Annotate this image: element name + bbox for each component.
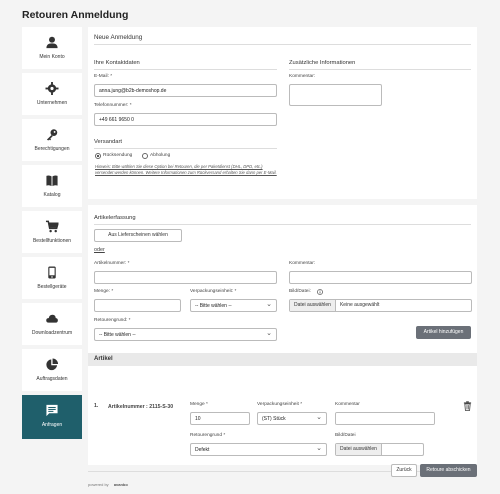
row-comment-label: Kommentar xyxy=(335,402,360,407)
sidebar-item-label: Unternehmen xyxy=(36,100,68,106)
sidebar-item-katalog[interactable]: Katalog xyxy=(22,165,82,207)
article-list-heading: Artikel xyxy=(94,356,113,362)
sidebar-item-label: Anfragen xyxy=(41,422,63,428)
sidebar-item-mein-konto[interactable]: Mein Konto xyxy=(22,27,82,69)
radio-ruecksendung[interactable] xyxy=(95,153,101,159)
sidebar-item-downloadzentrum[interactable]: Downloadzentrum xyxy=(22,303,82,345)
divider xyxy=(94,148,277,149)
email-field[interactable] xyxy=(94,84,277,97)
row-quantity-input[interactable] xyxy=(190,412,250,425)
row-file-input[interactable]: Datei auswählen xyxy=(335,443,424,456)
chat-icon xyxy=(46,404,58,417)
trash-icon[interactable] xyxy=(463,401,472,411)
or-label: oder xyxy=(94,247,105,253)
person-icon xyxy=(46,36,58,49)
sidebar-item-label: Mein Konto xyxy=(39,54,65,60)
article-number-input[interactable] xyxy=(94,271,277,284)
article-row-index: 1. xyxy=(94,403,99,409)
sidebar-item-berechtigungen[interactable]: Berechtigungen xyxy=(22,119,82,161)
row-reason-label: Retourengrund * xyxy=(190,433,226,438)
contact-card: Neue Anmeldung Ihre Kontaktdaten Zusätzl… xyxy=(88,27,477,199)
sidebar: Mein Konto Unternehmen Berechtigungen Ka… xyxy=(22,27,82,443)
sidebar-item-bestellgeraete[interactable]: Bestellgeräte xyxy=(22,257,82,299)
sidebar-item-unternehmen[interactable]: Unternehmen xyxy=(22,73,82,115)
sidebar-item-anfragen[interactable]: Anfragen xyxy=(22,395,82,439)
radio-abholung-label: Abholung xyxy=(150,153,171,158)
article-list-card: Artikel 1. Artikelnummer : 2115-S-30 Men… xyxy=(88,353,477,465)
shipping-note: Hinweis: Bitte wählen Sie diese Option b… xyxy=(95,164,277,175)
row-file-choose-button[interactable]: Datei auswählen xyxy=(336,444,382,455)
sidebar-item-bestellfunktionen[interactable]: Bestellfunktionen xyxy=(22,211,82,253)
capture-heading: Artikelerfassung xyxy=(94,215,136,221)
article-number-label: Artikelnummer: * xyxy=(94,261,130,266)
radio-ruecksendung-label: Rücksendung xyxy=(103,153,133,158)
key-icon xyxy=(46,129,58,141)
page-title: Retouren Anmeldung xyxy=(22,9,129,21)
file-choose-button[interactable]: Datei auswählen xyxy=(290,300,336,311)
capture-comment-input[interactable] xyxy=(289,271,472,284)
file-input[interactable]: Datei auswählen Keine ausgewählt xyxy=(289,299,472,312)
phone-label: Telefonnummer: * xyxy=(94,103,132,108)
article-capture-card: Artikelerfassung Aus Lieferscheinen wähl… xyxy=(88,205,477,371)
row-reason-select[interactable]: Defekt xyxy=(190,443,327,456)
form-heading: Neue Anmeldung xyxy=(94,34,143,41)
powered-by-text: powered by xyxy=(88,482,109,487)
shipping-heading: Versandart xyxy=(94,139,123,145)
sidebar-item-label: Katalog xyxy=(43,192,61,198)
article-list-header xyxy=(88,353,477,366)
divider xyxy=(88,471,477,472)
info-icon xyxy=(317,288,323,295)
cloud-icon xyxy=(46,314,58,323)
row-file-label: Bild/Datei xyxy=(335,433,356,438)
capture-comment-label: Kommentar: xyxy=(289,261,316,266)
cart-icon xyxy=(45,220,59,233)
sidebar-item-auftragsdaten[interactable]: Auftragsdaten xyxy=(22,349,82,391)
comment-label: Kommentar: xyxy=(289,74,316,79)
divider xyxy=(94,69,277,70)
sidebar-item-label: Bestellgeräte xyxy=(37,284,67,290)
gear-icon xyxy=(45,82,59,95)
divider xyxy=(94,44,471,45)
quantity-input[interactable] xyxy=(94,299,181,312)
divider xyxy=(289,69,471,70)
divider xyxy=(94,224,471,225)
sidebar-item-label: Bestellfunktionen xyxy=(32,238,72,244)
brand-logo: avanbo xyxy=(113,482,128,487)
pie-chart-icon xyxy=(46,358,59,371)
sidebar-item-label: Berechtigungen xyxy=(34,146,70,152)
row-quantity-label: Menge * xyxy=(190,402,208,407)
pack-unit-label: Verpackungseinheit: * xyxy=(190,289,237,294)
article-row-number: Artikelnummer : 2115-S-30 xyxy=(108,404,174,410)
quantity-label: Menge: * xyxy=(94,289,114,294)
choose-from-delivery-button[interactable]: Aus Lieferscheinen wählen xyxy=(94,229,182,242)
powered-by: powered by avanbo xyxy=(88,482,128,487)
sidebar-item-label: Auftragsdaten xyxy=(36,376,68,382)
book-icon xyxy=(46,175,58,187)
file-none-text: Keine ausgewählt xyxy=(339,302,380,308)
row-pack-label: Verpackungseinheit * xyxy=(257,402,303,407)
file-label: Bild/Datei: xyxy=(289,289,311,294)
row-comment-input[interactable] xyxy=(335,412,435,425)
pack-unit-select[interactable]: -- Bitte wählen -- xyxy=(190,299,277,312)
reason-label: Retourengrund: * xyxy=(94,318,131,323)
contact-heading: Ihre Kontaktdaten xyxy=(94,60,140,66)
device-icon xyxy=(48,266,56,279)
row-pack-select[interactable]: (ST) Stück xyxy=(257,412,327,425)
back-button[interactable]: Zurück xyxy=(391,464,417,477)
sidebar-item-label: Downloadzentrum xyxy=(31,330,73,336)
radio-abholung[interactable] xyxy=(142,153,148,159)
extra-info-heading: Zusätzliche Informationen xyxy=(289,60,356,66)
reason-select[interactable]: -- Bitte wählen -- xyxy=(94,328,277,341)
comment-textarea[interactable] xyxy=(289,84,382,106)
submit-return-button[interactable]: Retoure abschicken xyxy=(420,464,477,477)
add-article-button[interactable]: Artikel hinzufügen xyxy=(416,326,471,339)
phone-field[interactable] xyxy=(94,113,277,126)
email-label: E-Mail: * xyxy=(94,74,113,79)
